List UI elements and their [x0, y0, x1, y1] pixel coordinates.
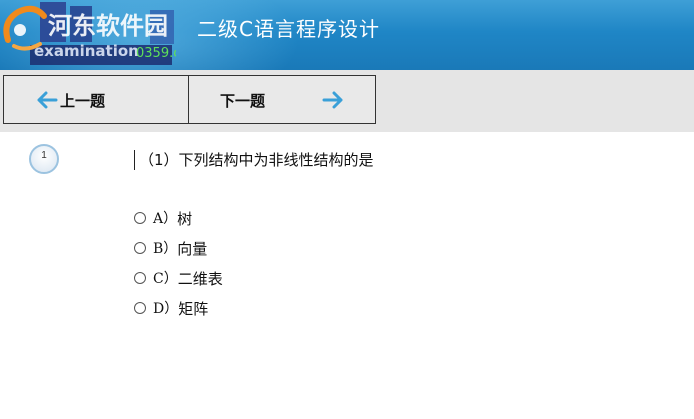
option-d-letter: D） — [153, 301, 179, 317]
option-d-text: 矩阵 — [178, 299, 209, 318]
site-logo: 河东软件园 examination 0359.cn — [0, 0, 176, 68]
option-a-radio[interactable] — [134, 212, 146, 224]
option-b[interactable]: B） 向量 — [134, 238, 207, 258]
question-number: 1 — [41, 150, 47, 161]
option-d-radio[interactable] — [134, 302, 146, 314]
toolbar: 上一题 下一题 — [0, 70, 694, 132]
header-banner: 河东软件园 examination 0359.cn 二级C语言程序设计 — [0, 0, 694, 70]
option-a-letter: A） — [153, 211, 178, 227]
logo-watermark: examination — [34, 42, 139, 60]
option-b-letter: B） — [153, 241, 178, 257]
option-b-text: 向量 — [177, 239, 208, 258]
prev-question-button[interactable]: 上一题 — [3, 75, 189, 124]
option-c-text: 二维表 — [177, 269, 223, 288]
app-title: 二级C语言程序设计 — [197, 17, 380, 41]
next-question-button[interactable]: 下一题 — [188, 75, 376, 124]
option-c-letter: C） — [153, 271, 178, 287]
option-b-radio[interactable] — [134, 242, 146, 254]
logo-url: 0359.cn — [136, 46, 176, 61]
option-c[interactable]: C） 二维表 — [134, 268, 223, 288]
option-a[interactable]: A） 树 — [134, 208, 192, 228]
question-text: （1）下列结构中为非线性结构的是 — [134, 150, 374, 170]
prev-question-label: 上一题 — [60, 92, 106, 110]
option-c-radio[interactable] — [134, 272, 146, 284]
arrow-right-icon — [322, 91, 343, 109]
option-d[interactable]: D） 矩阵 — [134, 298, 208, 318]
question-number-badge: 1 — [28, 143, 60, 175]
arrow-left-icon — [37, 91, 58, 109]
logo-text: 河东软件园 — [48, 12, 168, 40]
option-a-text: 树 — [177, 209, 193, 228]
next-question-label: 下一题 — [220, 92, 266, 110]
